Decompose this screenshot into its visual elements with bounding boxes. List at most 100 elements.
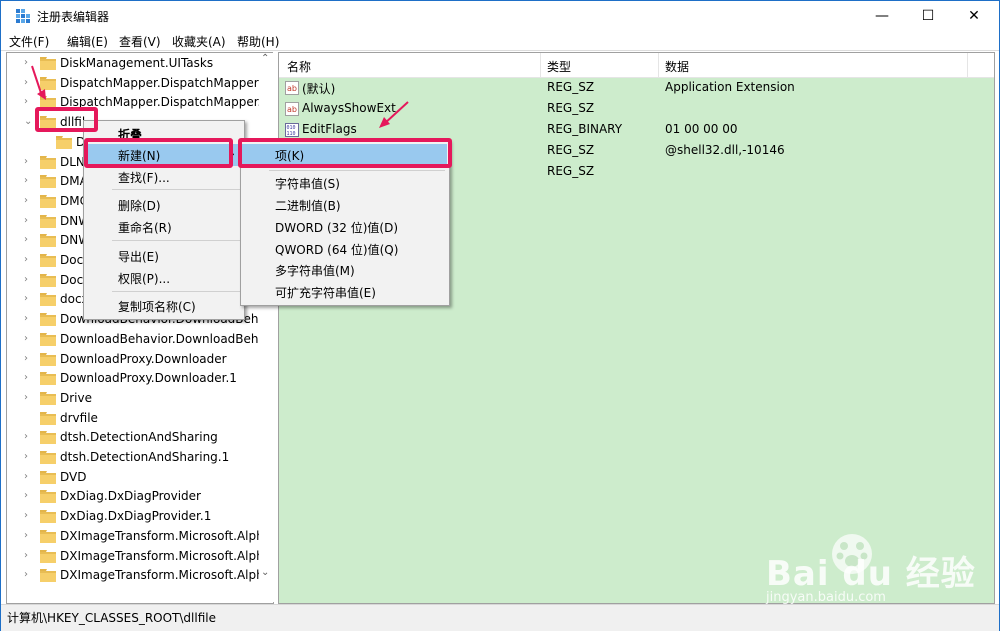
- tree-item[interactable]: drvfile: [7, 409, 259, 429]
- minimize-button[interactable]: —: [859, 1, 905, 32]
- folder-icon: [40, 490, 56, 504]
- pane-splitter[interactable]: [273, 52, 277, 602]
- tree-item[interactable]: › DownloadBehavior.DownloadBeha: [7, 330, 266, 350]
- value-name: (默认): [302, 82, 336, 96]
- chevron-right-icon[interactable]: ›: [24, 451, 34, 462]
- folder-icon: [56, 135, 72, 149]
- chevron-right-icon[interactable]: ›: [24, 510, 34, 521]
- scroll-up-icon[interactable]: ⌃: [261, 53, 269, 64]
- value-type: REG_SZ: [547, 80, 595, 94]
- svg-text:ab: ab: [287, 84, 297, 93]
- chevron-right-icon[interactable]: ›: [24, 471, 34, 482]
- tree-item[interactable]: › DXImageTransform.Microsoft.Alph: [7, 566, 264, 586]
- folder-icon: [40, 372, 56, 386]
- chevron-right-icon[interactable]: ›: [24, 353, 34, 364]
- tree-item-label: DxDiag.DxDiagProvider: [60, 489, 201, 504]
- menu-item-string-value[interactable]: 字符串值(S): [241, 172, 447, 194]
- chevron-right-icon[interactable]: ›: [24, 490, 34, 501]
- menu-item-delete[interactable]: 删除(D): [84, 194, 242, 216]
- scroll-down-icon[interactable]: ⌄: [261, 567, 269, 578]
- menu-item-permissions[interactable]: 权限(P)...: [84, 267, 242, 289]
- folder-icon: [40, 352, 56, 366]
- tree-item-label: DownloadBehavior.DownloadBeha: [60, 331, 266, 346]
- column-type[interactable]: 类型: [547, 58, 571, 75]
- menu-item-multi-string-value[interactable]: 多字符串值(M): [241, 259, 447, 281]
- chevron-right-icon[interactable]: ›: [24, 530, 34, 541]
- folder-icon: [40, 431, 56, 445]
- menu-edit[interactable]: 编辑(E): [67, 33, 108, 50]
- regedit-app-icon: [16, 9, 30, 23]
- tree-item[interactable]: › DownloadProxy.Downloader: [7, 350, 259, 370]
- column-name[interactable]: 名称: [287, 58, 311, 75]
- menu-item-binary-value[interactable]: 二进制值(B): [241, 194, 447, 216]
- menu-separator: [269, 170, 445, 171]
- tree-scrollbar[interactable]: ⌃ ⌄: [259, 53, 273, 603]
- baidu-watermark: Bai du 经验 jingyan.baidu.com: [766, 534, 986, 610]
- tree-item[interactable]: › DVD: [7, 468, 259, 488]
- chevron-right-icon[interactable]: ›: [24, 254, 34, 265]
- tree-item[interactable]: › DxDiag.DxDiagProvider: [7, 487, 259, 507]
- tree-item[interactable]: › DXImageTransform.Microsoft.Alph: [7, 547, 264, 567]
- value-name: EditFlags: [302, 122, 357, 136]
- column-divider[interactable]: [540, 53, 541, 77]
- maximize-button[interactable]: ☐: [905, 1, 951, 32]
- chevron-right-icon[interactable]: ›: [24, 431, 34, 442]
- tree-item[interactable]: › DownloadProxy.Downloader.1: [7, 369, 259, 389]
- menu-file[interactable]: 文件(F): [9, 33, 49, 50]
- tree-item[interactable]: › DxDiag.DxDiagProvider.1: [7, 507, 259, 527]
- folder-icon: [40, 411, 56, 425]
- chevron-right-icon[interactable]: ›: [24, 550, 34, 561]
- chevron-right-icon[interactable]: ›: [24, 333, 34, 344]
- status-path: 计算机\HKEY_CLASSES_ROOT\dllfile: [7, 611, 216, 625]
- menu-item-find[interactable]: 查找(F)...: [84, 166, 242, 188]
- chevron-right-icon[interactable]: ›: [24, 274, 34, 285]
- chevron-right-icon[interactable]: ›: [24, 569, 34, 580]
- column-divider[interactable]: [967, 53, 968, 77]
- menu-bar: 文件(F) 编辑(E) 查看(V) 收藏夹(A) 帮助(H): [1, 32, 999, 50]
- tree-item[interactable]: › dtsh.DetectionAndSharing: [7, 428, 259, 448]
- folder-icon: [40, 529, 56, 543]
- chevron-right-icon[interactable]: ›: [24, 372, 34, 383]
- folder-icon: [40, 194, 56, 208]
- tree-item[interactable]: › DXImageTransform.Microsoft.Alph: [7, 527, 264, 547]
- menu-separator: [112, 240, 240, 241]
- watermark-brand: Bai du 经验: [766, 554, 976, 594]
- folder-icon: [40, 234, 56, 248]
- chevron-right-icon[interactable]: ›: [24, 313, 34, 324]
- svg-text:ab: ab: [287, 105, 297, 114]
- menu-item-qword-value[interactable]: QWORD (64 位)值(Q): [241, 238, 447, 260]
- menu-item-export[interactable]: 导出(E): [84, 245, 242, 267]
- tree-item[interactable]: › Drive: [7, 389, 259, 409]
- chevron-right-icon[interactable]: ›: [24, 392, 34, 403]
- chevron-right-icon[interactable]: ›: [24, 293, 34, 304]
- tree-item-label: dtsh.DetectionAndSharing: [60, 430, 218, 445]
- menu-item-copy-key-name[interactable]: 复制项名称(C): [84, 295, 242, 317]
- chevron-right-icon[interactable]: ›: [24, 156, 34, 167]
- chevron-right-icon[interactable]: ›: [24, 234, 34, 245]
- tree-item[interactable]: › dtsh.DetectionAndSharing.1: [7, 448, 259, 468]
- menu-item-rename[interactable]: 重命名(R): [84, 216, 242, 238]
- close-button[interactable]: ✕: [951, 1, 997, 32]
- menu-item-dword-value[interactable]: DWORD (32 位)值(D): [241, 216, 447, 238]
- column-divider[interactable]: [658, 53, 659, 77]
- tree-item-label: DLN: [60, 154, 85, 169]
- menu-help[interactable]: 帮助(H): [237, 33, 279, 50]
- chevron-right-icon[interactable]: ›: [24, 215, 34, 226]
- menu-view[interactable]: 查看(V): [119, 33, 161, 50]
- tree-item-label: DXImageTransform.Microsoft.Alph: [60, 568, 264, 583]
- column-data[interactable]: 数据: [665, 58, 689, 75]
- annotation-box-dllfile: [35, 107, 98, 132]
- tree-item-label: DVD: [60, 469, 87, 484]
- chevron-right-icon[interactable]: ›: [24, 175, 34, 186]
- folder-icon: [40, 510, 56, 524]
- menu-favorites[interactable]: 收藏夹(A): [172, 33, 226, 50]
- value-type: REG_SZ: [547, 164, 595, 178]
- value-row[interactable]: ab (默认) REG_SZ Application Extension: [279, 78, 994, 99]
- chevron-right-icon[interactable]: ›: [24, 195, 34, 206]
- tree-item-label: DispatchMapper.DispatchMapper: [60, 75, 259, 90]
- chevron-down-icon[interactable]: ⌄: [24, 116, 34, 127]
- annotation-arrow-icon: [379, 101, 409, 128]
- folder-icon: [40, 175, 56, 189]
- menu-item-expandable-string-value[interactable]: 可扩充字符串值(E): [241, 281, 447, 303]
- values-list-pane[interactable]: 名称 类型 数据 ab (默认) REG_SZ Application Extensi…: [278, 52, 995, 604]
